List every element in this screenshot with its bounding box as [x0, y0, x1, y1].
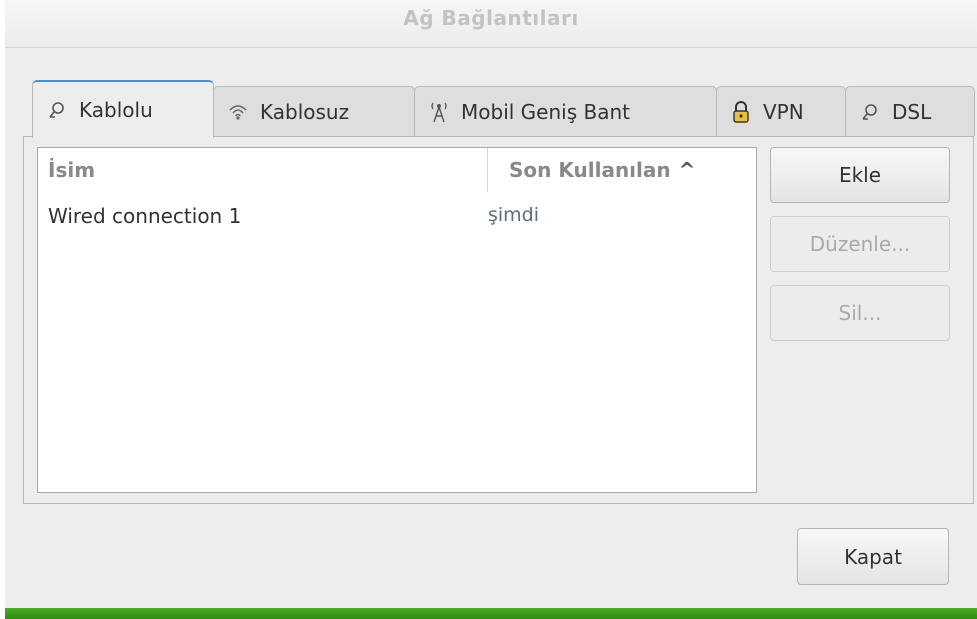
titlebar[interactable]: Ağ Bağlantıları	[5, 0, 977, 48]
tab-label: Kablosuz	[260, 99, 350, 124]
column-header-last-used-label: Son Kullanılan	[509, 158, 671, 182]
edit-button[interactable]: Düzenle...	[770, 216, 950, 272]
tab-dsl[interactable]: DSL	[845, 86, 975, 136]
sort-ascending-icon: ^	[678, 158, 696, 182]
tab-kablolu[interactable]: Kablolu	[32, 80, 214, 138]
window-title: Ağ Bağlantıları	[403, 6, 579, 30]
connections-list[interactable]: İsim Son Kullanılan ^ Wired connection 1 …	[37, 147, 757, 493]
tab-label: DSL	[892, 99, 932, 124]
tab-mobil-genis-bant[interactable]: Mobil Geniş Bant	[414, 86, 717, 136]
add-button[interactable]: Ekle	[770, 147, 950, 203]
delete-button[interactable]: Sil...	[770, 285, 950, 341]
column-header-last-used[interactable]: Son Kullanılan ^	[489, 148, 756, 192]
wired-icon	[45, 98, 69, 122]
tab-page-kablolu: İsim Son Kullanılan ^ Wired connection 1 …	[23, 136, 974, 504]
tab-label: Mobil Geniş Bant	[461, 99, 630, 124]
column-header-name[interactable]: İsim	[38, 148, 488, 192]
wireless-icon	[226, 100, 250, 124]
tab-vpn[interactable]: VPN	[716, 86, 846, 136]
close-button[interactable]: Kapat	[797, 528, 949, 585]
column-header-name-label: İsim	[48, 158, 96, 182]
connection-last-used: şimdi	[488, 204, 540, 226]
antenna-icon	[427, 100, 451, 124]
connection-name: Wired connection 1	[48, 204, 242, 228]
tab-label: VPN	[763, 99, 804, 124]
wired-icon	[858, 100, 882, 124]
desktop-panel-strip	[5, 608, 977, 619]
tab-label: Kablolu	[79, 98, 153, 122]
list-item[interactable]: Wired connection 1 şimdi	[38, 204, 756, 238]
lock-icon	[729, 100, 753, 124]
tab-kablosuz[interactable]: Kablosuz	[213, 86, 415, 136]
